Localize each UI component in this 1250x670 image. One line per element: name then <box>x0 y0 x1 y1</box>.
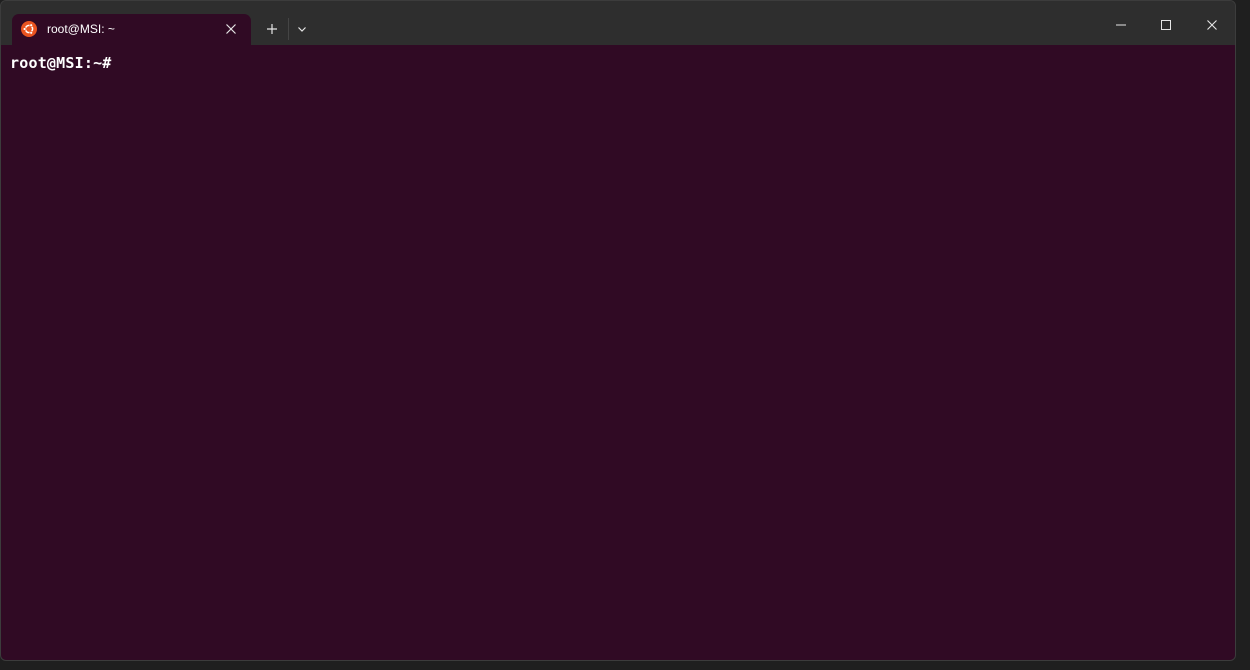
title-bar[interactable]: root@MSI: ~ <box>1 1 1235 45</box>
terminal-area[interactable]: root@MSI:~# <box>1 45 1235 660</box>
tab-title: root@MSI: ~ <box>47 22 115 36</box>
ubuntu-icon <box>21 21 37 37</box>
tab-root-msi[interactable]: root@MSI: ~ <box>12 14 251 45</box>
tab-close-icon[interactable] <box>223 21 239 37</box>
shell-prompt: root@MSI:~# <box>10 54 112 72</box>
chevron-down-icon[interactable] <box>294 20 310 38</box>
tab-separator <box>288 18 289 40</box>
minimize-icon[interactable] <box>1110 14 1132 36</box>
close-icon[interactable] <box>1201 14 1223 36</box>
maximize-icon[interactable] <box>1155 14 1177 36</box>
plus-icon[interactable] <box>263 20 281 38</box>
terminal-window: root@MSI: ~ root@MSI:~# <box>0 0 1236 661</box>
